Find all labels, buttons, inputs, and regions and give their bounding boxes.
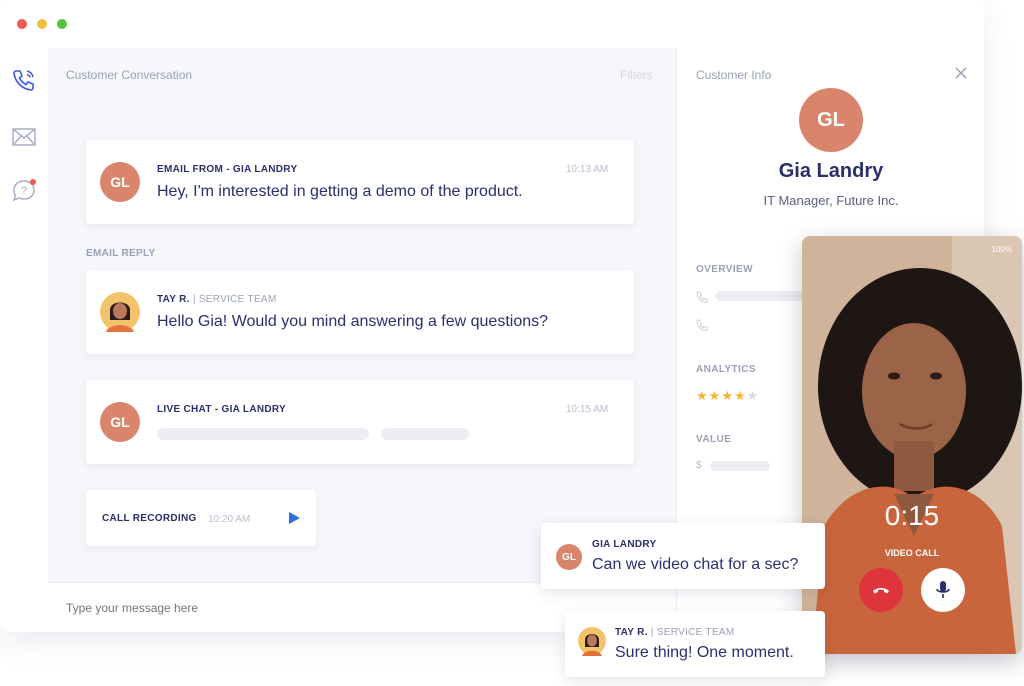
phone-icon bbox=[696, 290, 708, 308]
close-icon[interactable] bbox=[955, 66, 967, 84]
message-text: Hey, I'm interested in getting a demo of… bbox=[157, 183, 523, 200]
end-call-button[interactable] bbox=[859, 568, 903, 612]
hangup-icon bbox=[873, 588, 889, 594]
customer-role: IT Manager, Future Inc. bbox=[763, 193, 899, 208]
customer-avatar: GL bbox=[799, 88, 863, 152]
bubble-sender: GIA LANDRY bbox=[592, 539, 657, 550]
close-window-button[interactable] bbox=[17, 19, 27, 29]
message-text: Hello Gia! Would you mind answering a fe… bbox=[157, 313, 549, 330]
svg-text:?: ? bbox=[21, 185, 27, 197]
message-time: 10:15 AM bbox=[566, 404, 609, 415]
message-kicker: EMAIL FROM - GIA LANDRY bbox=[157, 164, 298, 175]
sender-name: TAY R. bbox=[157, 294, 190, 305]
chat-bubble[interactable]: GL GIA LANDRY Can we video chat for a se… bbox=[541, 523, 825, 589]
customer-name: Gia Landry bbox=[778, 160, 884, 182]
mute-button[interactable] bbox=[921, 568, 965, 612]
analytics-section-label: ANALYTICS bbox=[696, 364, 756, 375]
star-icon: ★ bbox=[708, 388, 722, 403]
sender-name: TAY R. bbox=[615, 627, 648, 638]
avatar: GL bbox=[556, 544, 582, 570]
conversation-title: Customer Conversation bbox=[66, 68, 193, 82]
call-recording-label: CALL RECORDING bbox=[102, 513, 197, 524]
call-recording-time: 10:20 AM bbox=[208, 514, 251, 525]
caller-video bbox=[802, 236, 1022, 654]
star-icon: ★ bbox=[733, 388, 747, 403]
video-call-label: VIDEO CALL bbox=[884, 548, 940, 558]
bubble-sender: TAY R. | SERVICE TEAM bbox=[615, 627, 735, 638]
agent-avatar bbox=[578, 625, 606, 657]
overview-section-label: OVERVIEW bbox=[696, 264, 753, 275]
email-message-card[interactable]: GL EMAIL FROM - GIA LANDRY Hey, I'm inte… bbox=[86, 140, 634, 224]
video-call-window: 100% 0:15 VIDEO CALL bbox=[802, 236, 1022, 654]
message-sender: TAY R. | SERVICE TEAM bbox=[157, 294, 277, 305]
maximize-window-button[interactable] bbox=[57, 19, 67, 29]
conversation-header: Customer Conversation Filters bbox=[48, 48, 676, 100]
title-bar bbox=[0, 0, 984, 48]
avatar: GL bbox=[100, 162, 140, 202]
bubble-text: Sure thing! One moment. bbox=[615, 644, 794, 661]
star-icon: ★ bbox=[746, 388, 760, 403]
value-section-label: VALUE bbox=[696, 434, 732, 445]
avatar: GL bbox=[100, 402, 140, 442]
rating-stars: ★★★★★ bbox=[696, 388, 759, 404]
message-placeholder-line bbox=[381, 428, 469, 440]
call-recording-card[interactable]: CALL RECORDING 10:20 AM bbox=[86, 490, 316, 546]
phone-icon[interactable] bbox=[10, 66, 38, 94]
email-reply-label: EMAIL REPLY bbox=[86, 248, 156, 259]
battery-level: 100% bbox=[991, 245, 1012, 254]
value-placeholder bbox=[710, 461, 770, 471]
value-currency: $ bbox=[696, 460, 702, 471]
message-time: 10:13 AM bbox=[566, 164, 609, 175]
sender-team: SERVICE TEAM bbox=[656, 627, 735, 638]
sender-team: SERVICE TEAM bbox=[198, 294, 277, 305]
left-rail: ? bbox=[0, 48, 48, 632]
message-input[interactable] bbox=[66, 599, 526, 617]
live-chat-card[interactable]: GL LIVE CHAT - GIA LANDRY 10:15 AM bbox=[86, 380, 634, 464]
filters-button[interactable]: Filters bbox=[620, 68, 653, 82]
play-icon[interactable] bbox=[287, 511, 301, 530]
star-icon: ★ bbox=[696, 388, 709, 403]
message-kicker: LIVE CHAT - GIA LANDRY bbox=[157, 404, 287, 415]
agent-avatar bbox=[100, 290, 140, 334]
minimize-window-button[interactable] bbox=[37, 19, 47, 29]
call-timer: 0:15 bbox=[884, 500, 940, 531]
microphone-icon bbox=[936, 581, 950, 598]
message-placeholder-line bbox=[157, 428, 369, 440]
reply-message-card[interactable]: TAY R. | SERVICE TEAM Hello Gia! Would y… bbox=[86, 270, 634, 354]
bubble-text: Can we video chat for a sec? bbox=[592, 556, 799, 573]
star-icon: ★ bbox=[721, 388, 734, 403]
chat-help-icon[interactable]: ? bbox=[10, 176, 38, 204]
phone-icon bbox=[696, 318, 708, 336]
customer-info-title: Customer Info bbox=[696, 68, 772, 82]
overview-placeholder bbox=[715, 291, 805, 301]
chat-bubble[interactable]: TAY R. | SERVICE TEAM Sure thing! One mo… bbox=[565, 611, 825, 677]
mail-icon[interactable] bbox=[10, 123, 38, 151]
